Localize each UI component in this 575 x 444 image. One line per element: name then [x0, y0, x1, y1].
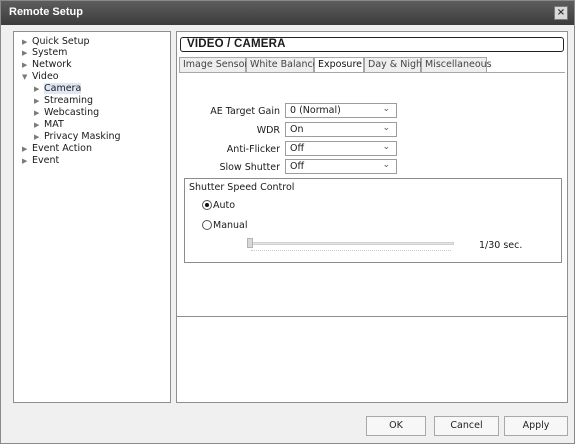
slow-shutter-select[interactable]: Off ⌄: [285, 159, 397, 174]
tab-miscellaneous[interactable]: Miscellaneous: [421, 57, 492, 72]
panel-divider: [177, 316, 567, 317]
wdr-label: WDR: [256, 125, 280, 136]
chevron-down-icon: ⌄: [382, 104, 390, 114]
radio-selected-icon: [202, 200, 212, 210]
close-icon: ×: [556, 7, 566, 18]
ae-target-gain-label: AE Target Gain: [210, 106, 280, 117]
tree-item-camera[interactable]: ▶ Camera: [34, 83, 82, 95]
tab-day-night[interactable]: Day & Night: [364, 57, 426, 72]
title-bar: Remote Setup ×: [1, 1, 574, 25]
cancel-button[interactable]: Cancel: [434, 416, 499, 436]
shutter-speed-slider-thumb[interactable]: [247, 238, 253, 248]
wdr-value: On: [290, 124, 304, 135]
chevron-down-icon: ⌄: [382, 160, 390, 170]
remote-setup-window: Remote Setup × ▶ Quick Setup ▶ System ▶ Net…: [0, 0, 575, 444]
triangle-right-icon: ▶: [34, 121, 40, 129]
ae-target-gain-value: 0 (Normal): [290, 105, 341, 116]
page-title: VIDEO / CAMERA: [187, 38, 286, 50]
apply-button[interactable]: Apply: [504, 416, 568, 436]
ae-target-gain-select[interactable]: 0 (Normal) ⌄: [285, 103, 397, 118]
tree-item-webcasting[interactable]: ▶ Webcasting: [34, 107, 99, 119]
tree-item-video[interactable]: ▼ Video: [22, 71, 59, 83]
chevron-down-icon: ⌄: [382, 142, 390, 152]
triangle-right-icon: ▶: [22, 157, 28, 165]
chevron-down-icon: ⌄: [382, 123, 390, 133]
triangle-right-icon: ▶: [34, 109, 40, 117]
manual-radio[interactable]: Manual: [202, 220, 248, 231]
triangle-right-icon: ▶: [34, 97, 40, 105]
slider-tick-marks: [251, 250, 451, 252]
slow-shutter-label: Slow Shutter: [219, 162, 280, 173]
shutter-speed-value: 1/30 sec.: [479, 240, 523, 251]
triangle-right-icon: ▶: [22, 49, 28, 57]
triangle-right-icon: ▶: [22, 38, 28, 46]
triangle-right-icon: ▶: [22, 145, 28, 153]
window-title: Remote Setup: [9, 6, 83, 18]
anti-flicker-value: Off: [290, 143, 305, 154]
triangle-right-icon: ▶: [22, 61, 28, 69]
tree-item-privacy-masking[interactable]: ▶ Privacy Masking: [34, 131, 121, 143]
anti-flicker-select[interactable]: Off ⌄: [285, 141, 397, 156]
close-button[interactable]: ×: [554, 6, 568, 20]
tab-image-sensor[interactable]: Image Sensor: [179, 57, 248, 72]
shutter-speed-slider-track[interactable]: [249, 242, 454, 245]
ok-button[interactable]: OK: [366, 416, 426, 436]
auto-radio[interactable]: Auto: [202, 200, 235, 211]
triangle-down-icon: ▼: [22, 73, 28, 81]
triangle-right-icon: ▶: [34, 85, 40, 93]
wdr-select[interactable]: On ⌄: [285, 122, 397, 137]
tab-divider: [179, 72, 565, 73]
tree-item-mat[interactable]: ▶ MAT: [34, 119, 64, 131]
triangle-right-icon: ▶: [34, 133, 40, 141]
settings-tree: ▶ Quick Setup ▶ System ▶ Network ▼ Video ▶ Ca…: [13, 31, 171, 403]
tab-white-balance[interactable]: White Balance: [246, 57, 319, 72]
panel-header: VIDEO / CAMERA: [180, 37, 564, 52]
tree-item-event[interactable]: ▶ Event: [22, 155, 59, 167]
tree-item-network[interactable]: ▶ Network: [22, 59, 72, 71]
shutter-speed-title: Shutter Speed Control: [189, 182, 295, 193]
radio-unselected-icon: [202, 220, 212, 230]
tab-exposure[interactable]: Exposure: [314, 57, 364, 73]
slow-shutter-value: Off: [290, 161, 305, 172]
tree-item-streaming[interactable]: ▶ Streaming: [34, 95, 93, 107]
anti-flicker-label: Anti-Flicker: [226, 144, 280, 155]
tree-item-event-action[interactable]: ▶ Event Action: [22, 143, 92, 155]
tree-item-system[interactable]: ▶ System: [22, 47, 67, 59]
